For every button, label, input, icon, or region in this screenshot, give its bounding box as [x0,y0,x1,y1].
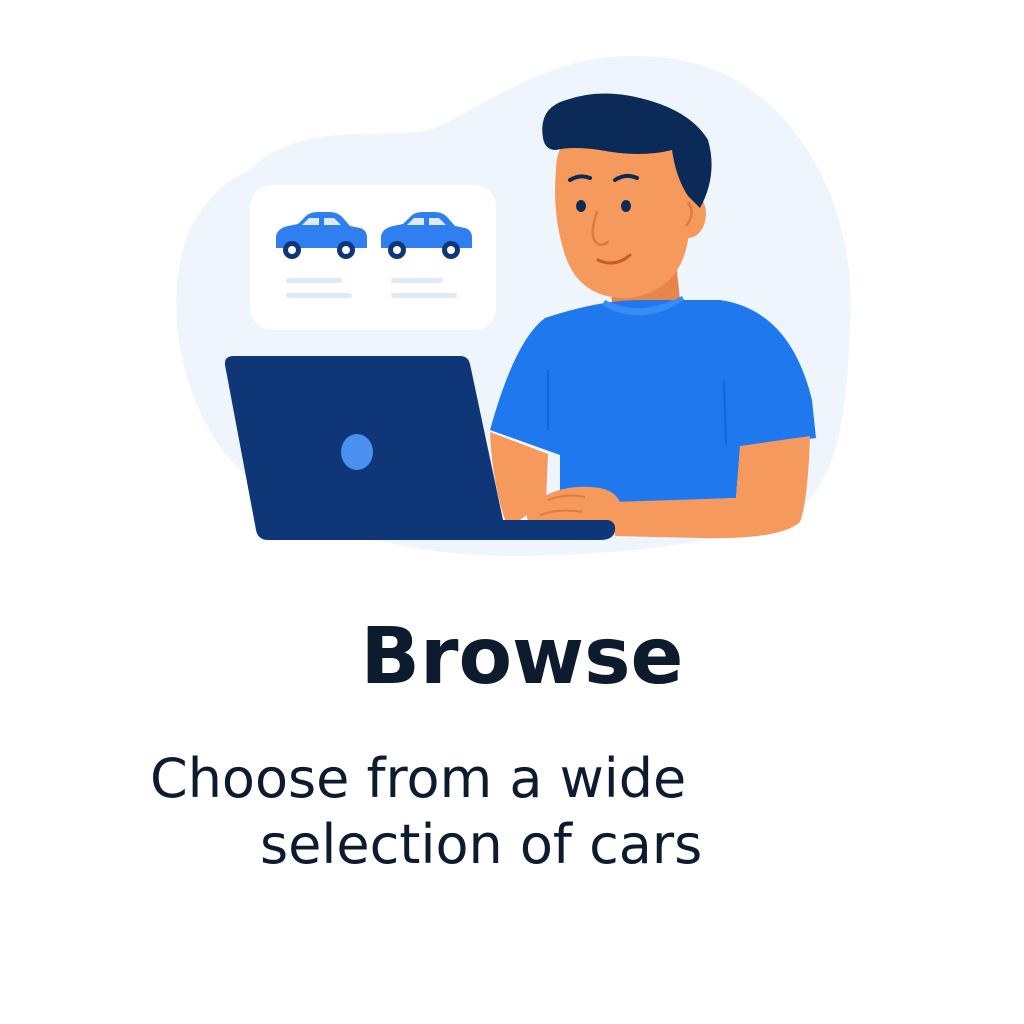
onboarding-screen: Browse Choose from a wide selection of c… [0,0,1024,1024]
description-line-2: selection of cars [260,813,703,876]
browse-illustration [176,56,851,556]
page-title: Browse [360,612,684,702]
description-line-1: Choose from a wide [150,747,687,810]
page-description: Choose from a wide selection of cars [100,746,990,878]
laptop-logo [341,434,373,470]
car-listing-card [250,185,496,330]
face [555,127,690,299]
